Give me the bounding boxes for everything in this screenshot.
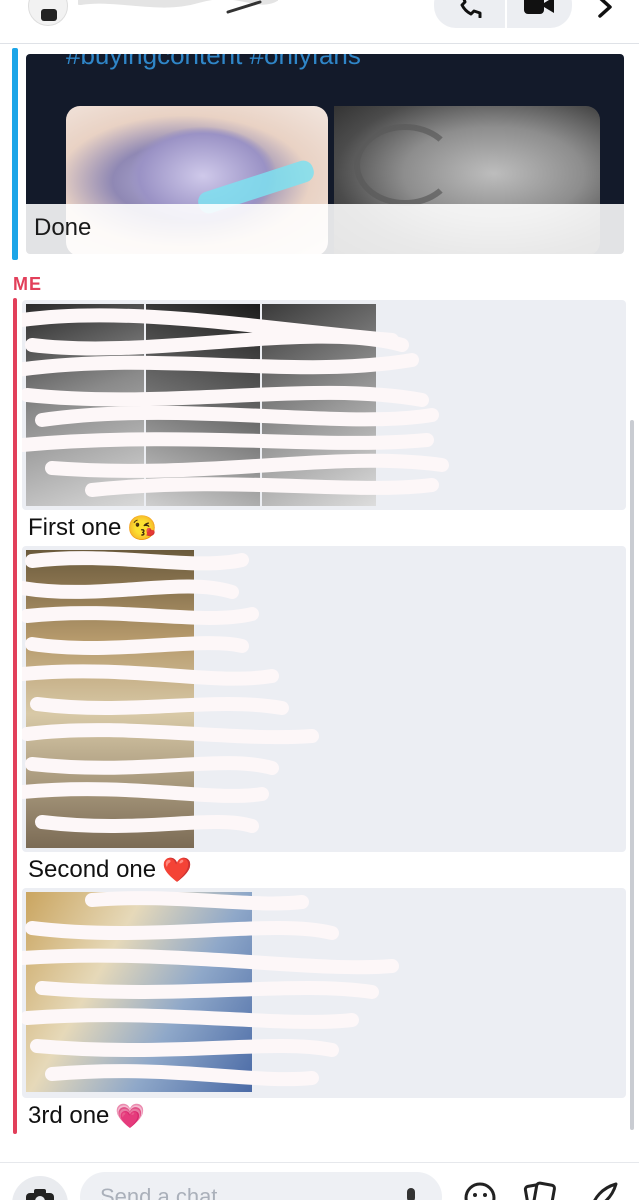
camera-icon[interactable] bbox=[25, 1188, 55, 1200]
bitmoji-avatar-icon[interactable] bbox=[28, 0, 68, 26]
media-thumbnail[interactable] bbox=[146, 304, 260, 506]
media-thumbnail[interactable] bbox=[26, 550, 194, 848]
media-message[interactable] bbox=[22, 888, 626, 1098]
caption-text: First one bbox=[28, 514, 122, 541]
shared-post-card[interactable]: #buyingcontent #onlyfans Done bbox=[12, 48, 626, 260]
message-caption: Second one ❤️ bbox=[28, 856, 192, 885]
kiss-face-emoji: 😘 bbox=[127, 515, 158, 543]
chevron-right-icon[interactable] bbox=[594, 0, 616, 18]
sticker-icon[interactable] bbox=[522, 1180, 558, 1200]
caption-text: Second one bbox=[28, 856, 157, 883]
message-caption: First one 😘 bbox=[28, 514, 157, 543]
chat-input[interactable] bbox=[80, 1172, 442, 1200]
post-caption-strip bbox=[26, 204, 624, 254]
media-thumbnail[interactable] bbox=[262, 304, 376, 506]
video-icon[interactable] bbox=[522, 0, 556, 18]
rocket-icon[interactable] bbox=[584, 1180, 620, 1200]
scrollbar[interactable] bbox=[630, 420, 634, 1130]
message-caption: 3rd one 💗 bbox=[28, 1102, 145, 1131]
post-hashtags[interactable]: #buyingcontent #onlyfans bbox=[66, 54, 361, 71]
red-heart-emoji: ❤️ bbox=[162, 857, 192, 885]
growing-heart-emoji: 💗 bbox=[115, 1103, 146, 1131]
chat-header bbox=[0, 0, 639, 44]
sender-accent-bar bbox=[13, 298, 17, 1134]
redacted-username bbox=[78, 0, 278, 14]
caption-text: 3rd one bbox=[28, 1102, 110, 1129]
mic-icon[interactable] bbox=[400, 1186, 422, 1200]
phone-icon[interactable] bbox=[452, 0, 482, 18]
media-message[interactable] bbox=[22, 300, 626, 510]
media-message[interactable] bbox=[22, 546, 626, 852]
sender-label: ME bbox=[13, 274, 42, 294]
media-thumbnail[interactable] bbox=[26, 892, 252, 1092]
call-divider bbox=[505, 0, 507, 28]
shared-post-accent-bar bbox=[12, 48, 18, 260]
post-caption: Done bbox=[34, 214, 92, 241]
smile-icon[interactable] bbox=[462, 1180, 498, 1200]
media-thumbnail[interactable] bbox=[26, 304, 144, 506]
